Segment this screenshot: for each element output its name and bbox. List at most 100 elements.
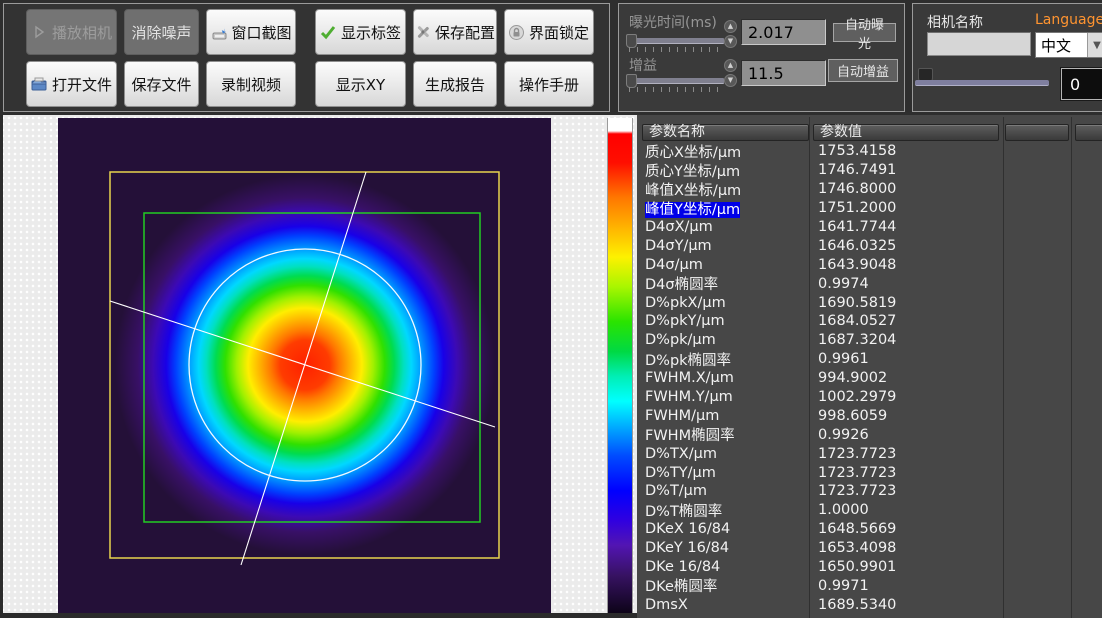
param-name[interactable]: FWHM椭圆率 [637,424,810,445]
param-value: 1643.9048 [810,257,896,273]
table-row[interactable]: DKe 16/841650.9901 [637,558,1102,577]
parameter-table: 参数名称 参数值 质心X坐标/μm1753.4158质心Y坐标/μm1746.7… [637,115,1102,618]
camera-name-input[interactable] [927,32,1031,56]
exposure-value-field[interactable]: 2.017 [741,19,826,45]
param-value: 1687.3204 [810,332,896,348]
lock-icon [509,24,525,41]
param-name[interactable]: D%T椭圆率 [637,500,810,521]
param-name[interactable]: DKeX 16/84 [637,521,810,537]
screenshot-icon [211,24,228,41]
camera-name-label: 相机名称 [927,12,983,32]
auto-gain-button[interactable]: 自动增益 [828,59,898,82]
table-row[interactable]: D%pk/μm1687.3204 [637,331,1102,350]
gain-spin-up-icon[interactable]: ▲ [724,59,737,72]
param-name[interactable]: D%TX/μm [637,446,810,462]
param-name[interactable]: 质心Y坐标/μm [637,160,810,181]
table-header-name[interactable]: 参数名称 [642,124,809,141]
auto-exposure-button[interactable]: 自动曝光 [833,23,896,42]
param-name[interactable]: FWHM.Y/μm [637,389,810,405]
table-row[interactable]: D4σ椭圆率0.9974 [637,274,1102,293]
lock-ui-button-label: 界面锁定 [529,22,589,43]
table-row[interactable]: DKeX 16/841648.5669 [637,520,1102,539]
param-name[interactable]: D%pkX/μm [637,295,810,311]
play-camera-button[interactable]: 播放相机 [26,9,117,55]
exposure-spin-down-icon[interactable]: ▼ [724,35,737,48]
param-name[interactable]: D4σ/μm [637,257,810,273]
exposure-slider[interactable] [626,38,724,44]
main-area: 参数名称 参数值 质心X坐标/μm1753.4158质心Y坐标/μm1746.7… [0,115,1102,618]
gain-label: 增益 [629,55,657,75]
param-name[interactable]: 质心X坐标/μm [637,141,810,162]
gain-slider-thumb[interactable] [626,74,637,88]
table-row[interactable]: DKe椭圆率0.9971 [637,576,1102,595]
table-row[interactable]: FWHM.X/μm994.9002 [637,369,1102,388]
table-row[interactable]: FWHM.Y/μm1002.2979 [637,388,1102,407]
param-name[interactable]: D%TY/μm [637,465,810,481]
table-row[interactable]: D4σX/μm1641.7744 [637,218,1102,237]
exposure-spin-up-icon[interactable]: ▲ [724,20,737,33]
table-row[interactable]: 峰值X坐标/μm1746.8000 [637,180,1102,199]
table-row[interactable]: D%T/μm1723.7723 [637,482,1102,501]
table-row[interactable]: D4σ/μm1643.9048 [637,255,1102,274]
denoise-button[interactable]: 消除噪声 [124,9,199,55]
record-video-button[interactable]: 录制视频 [206,61,296,107]
table-row[interactable]: D%T椭圆率1.0000 [637,501,1102,520]
param-name[interactable]: DmsX [637,597,810,613]
param-name[interactable]: DKe椭圆率 [637,575,810,596]
param-name[interactable]: DKe 16/84 [637,559,810,575]
table-row[interactable]: D%TX/μm1723.7723 [637,444,1102,463]
table-row[interactable]: DKeY 16/841653.4098 [637,539,1102,558]
show-labels-button[interactable]: 显示标签 [315,9,406,55]
language-select[interactable]: 中文 ▼ [1035,32,1102,58]
param-name[interactable]: D%pk椭圆率 [637,349,810,370]
save-config-button[interactable]: 保存配置 [413,9,497,55]
table-row[interactable]: FWHM椭圆率0.9926 [637,425,1102,444]
toolbar-button-group: 播放相机消除噪声窗口截图显示标签保存配置 界面锁定 打开文件保存文件 录制视频 显示X… [3,3,610,112]
show-xy-button[interactable]: 显示XY [315,61,406,107]
generate-report-button[interactable]: 生成报告 [413,61,497,107]
param-name[interactable]: FWHM/μm [637,408,810,424]
table-header-extra2[interactable] [1075,124,1102,141]
param-value: 1751.2000 [810,200,896,216]
param-name[interactable]: DKeY 16/84 [637,540,810,556]
gain-value-field[interactable]: 11.5 [741,60,826,86]
gain-slider[interactable] [626,78,724,84]
table-row[interactable]: D%pkY/μm1684.0527 [637,312,1102,331]
gain-spin-down-icon[interactable]: ▼ [724,74,737,87]
table-header-extra1[interactable] [1005,124,1069,141]
param-name[interactable]: D%pkY/μm [637,313,810,329]
exposure-slider-thumb[interactable] [626,34,637,48]
param-name[interactable]: D4σX/μm [637,219,810,235]
record-video-button-label: 录制视频 [221,74,281,95]
table-row[interactable]: 质心X坐标/μm1753.4158 [637,142,1102,161]
param-name[interactable]: 峰值X坐标/μm [637,179,810,200]
table-row[interactable]: FWHM/μm998.6059 [637,406,1102,425]
generate-report-button-label: 生成报告 [425,74,485,95]
table-row[interactable]: 峰值Y坐标/μm1751.2000 [637,199,1102,218]
table-row[interactable]: 质心Y坐标/μm1746.7491 [637,161,1102,180]
param-name[interactable]: FWHM.X/μm [637,370,810,386]
user-manual-button[interactable]: 操作手册 [504,61,594,107]
param-name[interactable]: D4σ椭圆率 [637,273,810,294]
param-name[interactable]: D%T/μm [637,483,810,499]
table-row[interactable]: D4σY/μm1646.0325 [637,236,1102,255]
beam-display-panel [0,115,637,618]
play-icon [31,24,48,41]
param-value: 1723.7723 [810,483,896,499]
param-name[interactable]: D4σY/μm [637,238,810,254]
param-value: 1653.4098 [810,540,896,556]
camera-slider[interactable] [915,80,1049,86]
table-row[interactable]: D%pk椭圆率0.9961 [637,350,1102,369]
lock-ui-button[interactable]: 界面锁定 [504,9,594,55]
param-name[interactable]: D%pk/μm [637,332,810,348]
open-file-button[interactable]: 打开文件 [26,61,117,107]
table-row[interactable]: D%pkX/μm1690.5819 [637,293,1102,312]
table-row[interactable]: D%TY/μm1723.7723 [637,463,1102,482]
table-row[interactable]: DmsX1689.5340 [637,595,1102,614]
camera-slider-value[interactable]: 0 [1061,68,1102,100]
param-name[interactable]: 峰值Y坐标/μm [637,198,810,219]
chevron-down-icon[interactable]: ▼ [1087,33,1102,57]
window-screenshot-button[interactable]: 窗口截图 [206,9,296,55]
save-file-button[interactable]: 保存文件 [124,61,199,107]
table-header-value[interactable]: 参数值 [813,124,999,141]
